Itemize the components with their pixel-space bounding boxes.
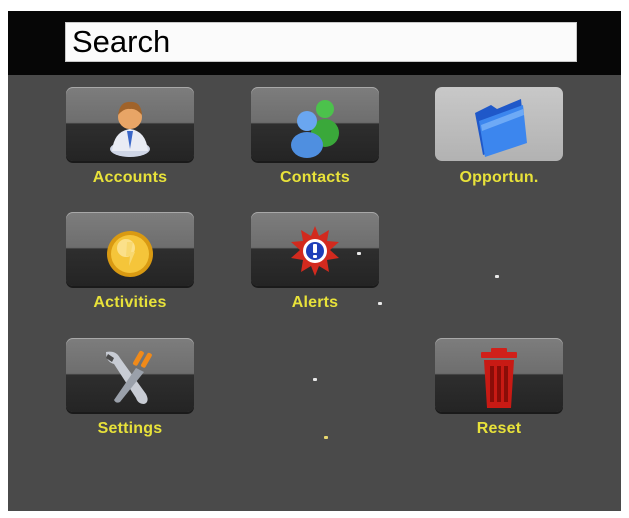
alerts-button[interactable]	[251, 212, 379, 286]
noise-speck	[378, 302, 382, 305]
tile-label: Alerts	[291, 294, 339, 311]
opportunities-button[interactable]	[435, 87, 563, 161]
folder-icon	[475, 99, 527, 157]
contacts-button[interactable]	[251, 87, 379, 161]
noise-speck	[495, 275, 499, 278]
coin-icon	[107, 231, 153, 277]
home-screen: Accounts Contacts Opportun.	[8, 11, 621, 511]
person-icon	[110, 101, 150, 157]
tile-label: Reset	[476, 420, 522, 437]
tile-settings: Settings	[66, 338, 194, 437]
tools-icon	[106, 350, 152, 404]
tile-label: Contacts	[279, 169, 351, 186]
tile-reset: Reset	[435, 338, 563, 437]
tile-label: Settings	[97, 420, 163, 437]
trash-icon	[481, 348, 517, 408]
tile-label: Opportun.	[459, 169, 539, 186]
tile-accounts: Accounts	[66, 87, 194, 186]
tile-contacts: Contacts	[251, 87, 379, 186]
noise-speck	[324, 436, 328, 439]
tile-activities: Activities	[66, 212, 194, 311]
noise-speck	[313, 378, 317, 381]
reset-button[interactable]	[435, 338, 563, 412]
tile-alerts: Alerts	[251, 212, 379, 311]
tile-label: Activities	[93, 294, 167, 311]
people-icon	[291, 100, 339, 158]
accounts-button[interactable]	[66, 87, 194, 161]
tile-label: Accounts	[92, 169, 168, 186]
activities-button[interactable]	[66, 212, 194, 286]
top-bar	[8, 11, 621, 75]
settings-button[interactable]	[66, 338, 194, 412]
noise-speck	[357, 252, 361, 255]
tile-opportunities: Opportun.	[435, 87, 563, 186]
search-input[interactable]	[65, 22, 577, 62]
alert-icon	[291, 226, 339, 276]
